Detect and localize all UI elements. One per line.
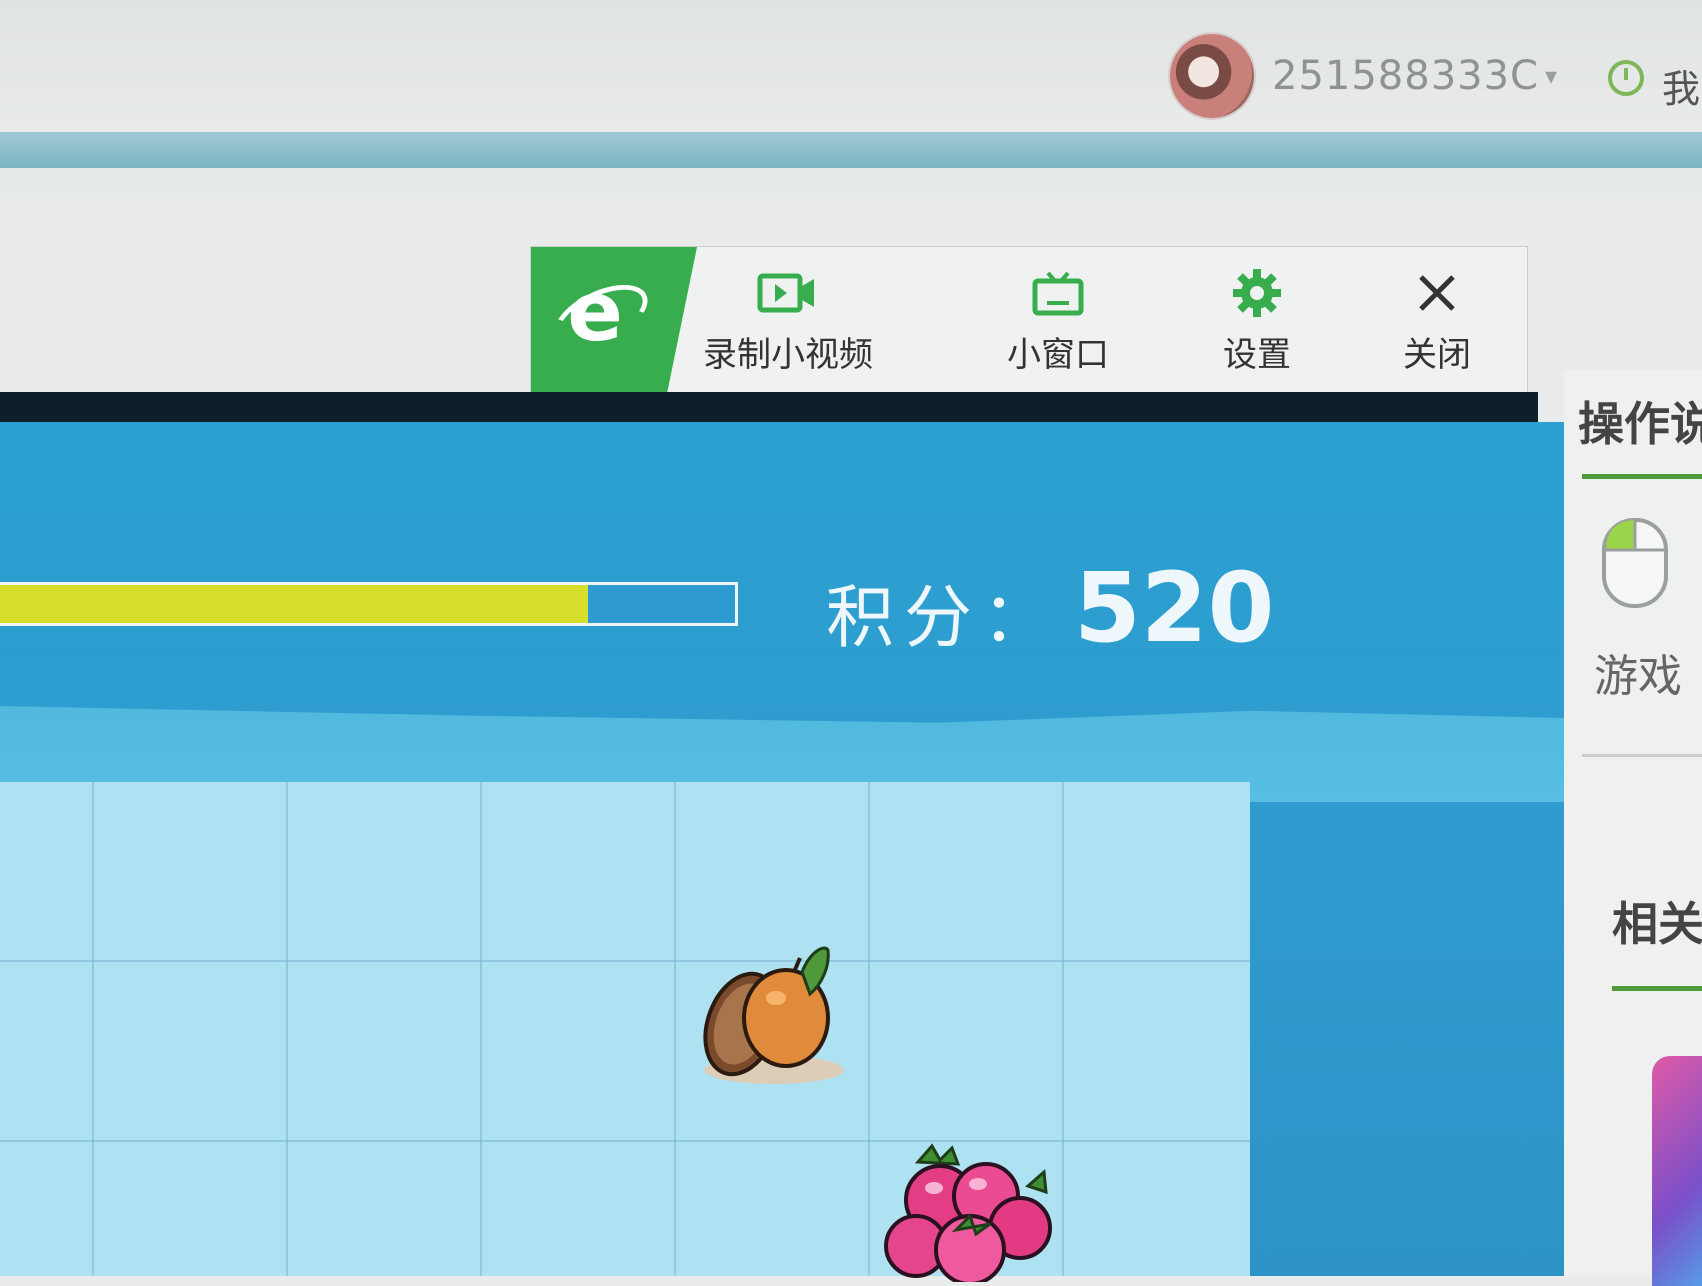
clock-icon[interactable] xyxy=(1608,60,1644,96)
settings-button[interactable]: 设置 xyxy=(1223,267,1291,376)
radish-tile[interactable] xyxy=(878,1142,1058,1286)
score-display: 积分： 520 xyxy=(826,552,1274,664)
instructions-underline xyxy=(1582,474,1702,479)
mouse-icon xyxy=(1600,516,1670,614)
my-menu-label[interactable]: 我 xyxy=(1662,58,1700,113)
game-top-border xyxy=(0,392,1538,422)
user-id[interactable]: 251588333C xyxy=(1272,53,1539,99)
radish-bunch-icon xyxy=(884,1143,1052,1286)
orange-tile[interactable] xyxy=(690,932,850,1096)
record-video-button[interactable]: 录制小视频 xyxy=(703,267,873,376)
time-progress-fill xyxy=(0,585,588,623)
gear-icon xyxy=(1231,267,1283,319)
mini-window-tv-icon xyxy=(1031,267,1085,319)
video-toolbar: e 录制小视频 小窗口 设置 关闭 xyxy=(530,246,1528,393)
header-stripe xyxy=(0,132,1702,168)
close-label: 关闭 xyxy=(1403,335,1471,375)
record-video-icon xyxy=(756,267,820,319)
related-underline xyxy=(1612,986,1702,991)
account-menu[interactable]: 251588333C ▾ xyxy=(1170,34,1557,118)
settings-label: 设置 xyxy=(1223,335,1291,375)
game-board[interactable] xyxy=(0,782,1250,1286)
time-progress-bar xyxy=(0,582,738,626)
mini-window-button[interactable]: 小窗口 xyxy=(1007,267,1109,376)
browser-logo: e xyxy=(531,247,697,393)
sidebar-divider xyxy=(1582,754,1702,757)
chevron-down-icon[interactable]: ▾ xyxy=(1545,62,1557,90)
browser-logo-letter: e xyxy=(567,265,623,360)
record-video-label: 录制小视频 xyxy=(703,335,873,375)
related-game-thumbnail[interactable] xyxy=(1652,1056,1702,1286)
header-spacer xyxy=(0,168,1702,198)
close-icon xyxy=(1415,267,1459,319)
game-label: 游戏 xyxy=(1594,651,1682,702)
right-sidebar: 操作说 游戏 相关 xyxy=(1564,370,1702,1286)
related-games-title: 相关 xyxy=(1612,897,1702,951)
game-canvas[interactable]: 积分： 520 xyxy=(0,422,1564,1286)
score-label: 积分： xyxy=(826,579,1061,658)
avatar[interactable] xyxy=(1170,34,1254,118)
score-value: 520 xyxy=(1074,552,1275,664)
top-account-bar: 251588333C ▾ 我 xyxy=(0,0,1702,128)
close-button[interactable]: 关闭 xyxy=(1403,267,1471,376)
mini-window-label: 小窗口 xyxy=(1007,335,1109,375)
orange-fruit-icon xyxy=(703,946,844,1084)
instructions-title: 操作说 xyxy=(1578,397,1702,451)
